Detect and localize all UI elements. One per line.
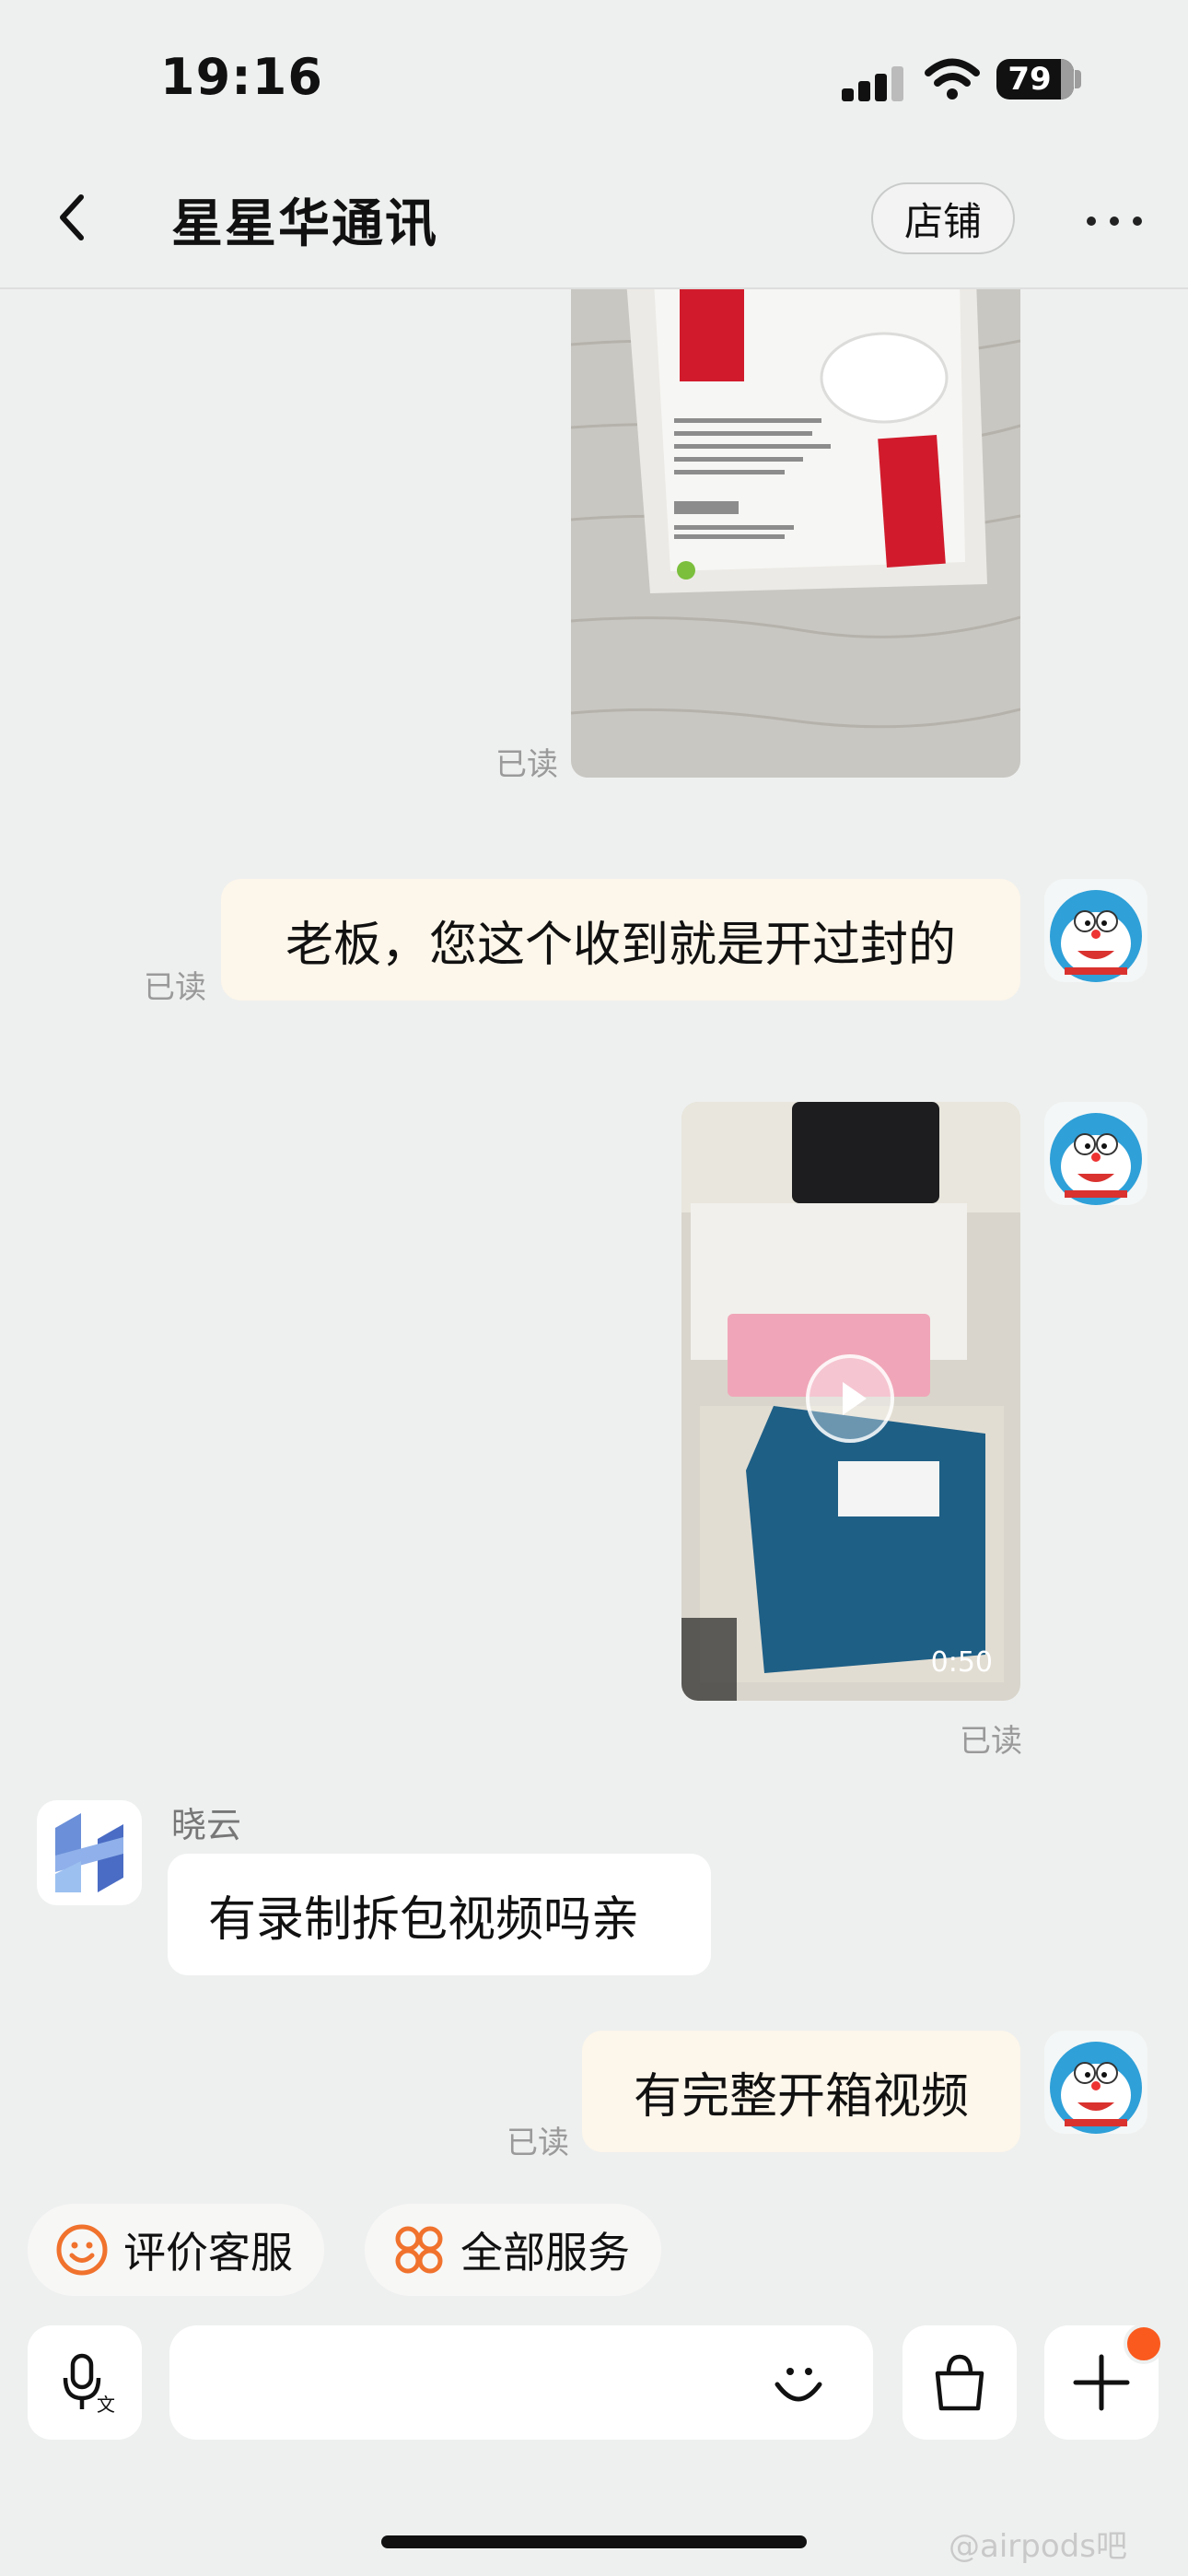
video-duration: 0:50 xyxy=(930,1646,993,1679)
battery-level: 79 xyxy=(1007,61,1052,98)
all-services-chip[interactable]: 全部服务 xyxy=(365,2204,661,2296)
rate-service-chip[interactable]: 评价客服 xyxy=(28,2204,324,2296)
read-status: 已读 xyxy=(495,746,558,783)
my-avatar[interactable] xyxy=(1044,2031,1147,2134)
outgoing-message-bubble[interactable]: 老板，您这个收到就是开过封的 xyxy=(221,879,1020,1001)
chat-title: 星星华通讯 xyxy=(171,194,438,254)
video-message[interactable]: 0:50 xyxy=(681,1102,1020,1701)
outgoing-message-bubble[interactable]: 有完整开箱视频 xyxy=(582,2031,1020,2152)
more-options-icon[interactable] xyxy=(1087,203,1142,240)
wifi-icon xyxy=(925,58,980,100)
grid-icon xyxy=(395,2226,443,2274)
rate-service-label: 评价客服 xyxy=(123,2228,293,2277)
product-box-photo xyxy=(571,289,1020,778)
microphone-icon: 文 xyxy=(63,2353,115,2415)
read-status: 已读 xyxy=(960,1723,1022,1760)
battery-icon: 79 xyxy=(996,59,1074,100)
status-time: 19:16 xyxy=(160,48,323,106)
shop-avatar[interactable] xyxy=(37,1800,142,1905)
voice-input-button[interactable]: 文 xyxy=(28,2325,142,2440)
read-status: 已读 xyxy=(507,2125,569,2161)
back-icon[interactable] xyxy=(48,190,103,245)
shop-button[interactable]: 店铺 xyxy=(871,182,1015,254)
notification-dot xyxy=(1124,2324,1164,2364)
read-status: 已读 xyxy=(144,969,206,1006)
svg-text:文: 文 xyxy=(97,2394,115,2415)
cellular-signal-icon xyxy=(842,64,906,101)
incoming-message-bubble[interactable]: 有录制拆包视频吗亲 xyxy=(168,1854,711,1975)
emoji-icon[interactable] xyxy=(768,2353,829,2414)
shopping-bag-icon xyxy=(935,2354,984,2411)
message-input[interactable] xyxy=(169,2325,873,2440)
play-button[interactable] xyxy=(806,1354,894,1443)
watermark: @airpods吧 xyxy=(949,2528,1127,2565)
home-indicator[interactable] xyxy=(381,2535,807,2548)
plus-icon xyxy=(1073,2354,1130,2411)
order-bag-button[interactable] xyxy=(903,2325,1017,2440)
all-services-label: 全部服务 xyxy=(460,2228,630,2277)
my-avatar[interactable] xyxy=(1044,1102,1147,1205)
sender-name: 晓云 xyxy=(171,1805,242,1845)
battery-cap xyxy=(1075,70,1081,88)
smiley-icon xyxy=(56,2224,108,2276)
photo-message[interactable] xyxy=(571,289,1020,778)
my-avatar[interactable] xyxy=(1044,879,1147,982)
